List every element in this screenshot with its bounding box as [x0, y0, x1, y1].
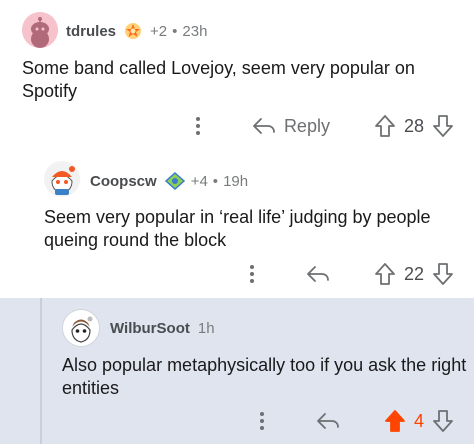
separator-dot: • [212, 172, 219, 190]
username[interactable]: tdrules [66, 23, 116, 40]
more-options-icon[interactable] [252, 407, 272, 435]
username[interactable]: WilburSoot [110, 320, 190, 337]
more-options-icon[interactable] [242, 260, 262, 288]
thread-line[interactable] [40, 298, 42, 444]
reply-button[interactable]: Reply [252, 112, 330, 140]
reply-label: Reply [283, 115, 330, 136]
award-count: +2 [150, 22, 168, 40]
upvote-icon-active[interactable] [382, 407, 408, 435]
upvote-icon[interactable] [372, 112, 398, 140]
snoo-avatar-icon[interactable] [22, 12, 58, 48]
award-icon[interactable] [164, 171, 185, 191]
downvote-icon[interactable] [430, 112, 456, 140]
award-count: +4 [190, 172, 208, 190]
separator-dot: • [172, 22, 178, 40]
downvote-icon[interactable] [430, 260, 456, 288]
more-options-icon[interactable] [188, 112, 208, 140]
comment-meta: tdrules +2 • 23h [66, 22, 207, 40]
reply-icon [317, 413, 339, 429]
reply-button[interactable] [316, 407, 340, 435]
reply-icon [253, 118, 275, 134]
comment-actions: Reply 28 [188, 111, 456, 141]
comment-body: Seem very popular in ‘real life’ judging… [44, 207, 431, 250]
vote-score: 4 [413, 410, 424, 431]
timestamp: 1h [197, 320, 215, 337]
vote-score: 22 [403, 263, 424, 284]
snoo-avatar-icon[interactable] [44, 161, 80, 197]
reply-button[interactable] [306, 260, 330, 288]
comment-body: Also popular metaphysically too if you a… [62, 355, 467, 398]
comment-actions: 4 [252, 406, 456, 436]
username[interactable]: Coopscw [90, 173, 157, 190]
timestamp: 19h [223, 172, 249, 190]
comment-meta: Coopscw +4 • 19h [90, 171, 249, 191]
comment-body: Some band called Lovejoy, seem very popu… [22, 58, 415, 101]
award-icon[interactable] [124, 22, 142, 40]
downvote-icon[interactable] [430, 407, 456, 435]
snoo-avatar-icon[interactable] [62, 309, 100, 347]
upvote-icon[interactable] [372, 260, 398, 288]
reply-icon [307, 266, 329, 282]
vote-score: 28 [403, 115, 424, 136]
comment-meta: WilburSoot 1h [110, 320, 215, 337]
timestamp: 23h [182, 22, 208, 40]
comment-actions: 22 [242, 259, 456, 289]
